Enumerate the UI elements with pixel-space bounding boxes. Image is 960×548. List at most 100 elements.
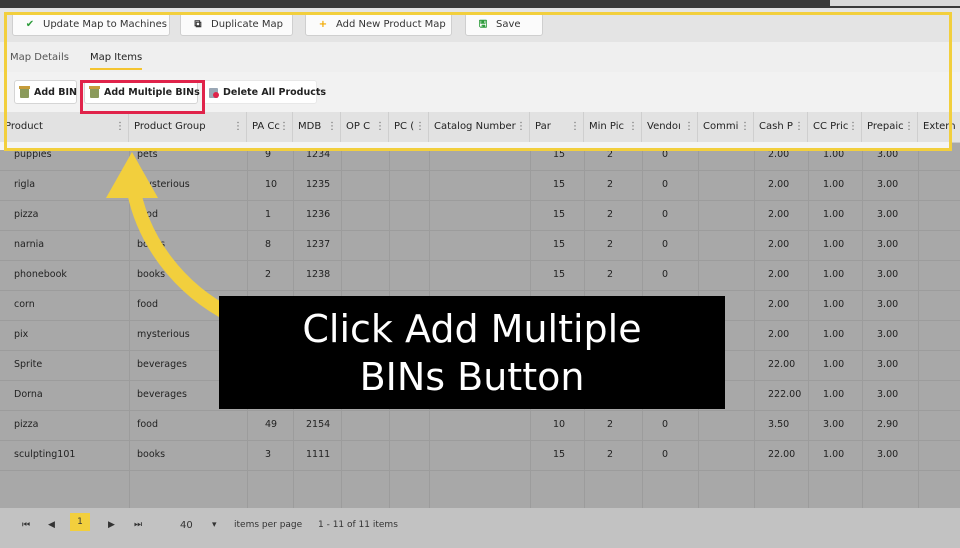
column-menu-icon[interactable]: ⋮ [375,112,385,142]
col-header-external[interactable]: Extern [918,112,960,142]
delete-bin-icon [209,87,219,98]
col-header-pc[interactable]: PC (⋮ [389,112,429,142]
cell-product: sculpting101 [14,449,76,460]
col-header-label: Min Pic [589,121,625,132]
cell-pa: 8 [265,239,272,250]
instruction-callout: Click Add Multiple BINs Button [219,296,725,409]
column-menu-icon[interactable]: ⋮ [684,112,694,142]
col-header-cash-price[interactable]: Cash P ⋮ [754,112,808,142]
column-menu-icon[interactable]: ⋮ [904,112,914,142]
add-bin-button[interactable]: Add BIN [14,80,77,104]
col-header-pa-code[interactable]: PA Cc ⋮ [247,112,293,142]
tab-map-details[interactable]: Map Details [10,52,69,63]
table-row[interactable]: sculpting101 books 3 1111 15 2 0 22.00 1.00 3.00 [0,440,960,471]
delete-all-products-button[interactable]: Delete All Products [203,80,326,104]
table-row[interactable]: rigla mysterious 10 1235 15 2 0 2.00 1.00 3.00 [0,170,960,201]
col-header-product-group[interactable]: Product Group ⋮ [129,112,247,142]
next-page-icon[interactable]: ▶ [108,520,115,530]
save-icon: 🖫 [478,19,488,30]
column-menu-icon[interactable]: ⋮ [628,112,638,142]
column-menu-icon[interactable]: ⋮ [794,112,804,142]
col-header-product[interactable]: Product ⋮ [0,112,129,142]
col-header-label: Product Group [134,121,206,132]
cell-vend: 0 [662,179,669,190]
col-header-label: CC Pric [813,121,849,132]
cell-cash: 2.00 [768,149,790,160]
cell-par: 15 [553,269,566,280]
page-size-select[interactable]: 40 [180,520,193,531]
cell-product: corn [14,299,35,310]
cell-par: 15 [553,239,566,250]
app-area: ✔ Update Map to Machines ⧉ Duplicate Map +… [0,8,960,548]
prev-page-icon[interactable]: ◀ [48,520,55,530]
col-header-min-pick[interactable]: Min Pic ⋮ [584,112,642,142]
cell-cash: 2.00 [768,299,790,310]
column-menu-icon[interactable]: ⋮ [740,112,750,142]
col-header-vendor[interactable]: Vendoı ⋮ [642,112,698,142]
cell-vend: 0 [662,269,669,280]
cell-pa: 10 [265,179,278,190]
chevron-down-icon[interactable]: ▾ [212,520,217,530]
page-number-button[interactable]: 1 [70,513,90,531]
cell-cc: 3.00 [823,419,845,430]
col-header-commission[interactable]: Commi ⋮ [698,112,754,142]
col-header-cc-price[interactable]: CC Pric ⋮ [808,112,862,142]
table-row[interactable]: narnia books 8 1237 15 2 0 2.00 1.00 3.00 [0,230,960,261]
table-row[interactable]: puppies pets 9 1234 15 2 0 2.00 1.00 3.00 [0,140,960,171]
window-top-bar [0,0,960,8]
cell-group: beverages [137,359,187,370]
col-header-op-code[interactable]: OP C ⋮ [341,112,389,142]
column-menu-icon[interactable]: ⋮ [848,112,858,142]
add-multiple-bins-callout-box [80,80,205,114]
column-menu-icon[interactable]: ⋮ [233,112,243,142]
add-new-product-map-label: Add New Product Map [336,19,446,30]
cell-cash: 22.00 [768,359,796,370]
callout-line-1: Click Add Multiple [302,307,642,351]
column-menu-icon[interactable]: ⋮ [516,112,526,142]
cell-product: pizza [14,419,39,430]
column-menu-icon[interactable]: ⋮ [115,112,125,142]
col-header-par[interactable]: Par ⋮ [530,112,584,142]
cell-vend: 0 [662,239,669,250]
cell-pa: 9 [265,149,272,160]
last-page-icon[interactable]: ⏭ [134,520,142,530]
cell-min: 2 [607,209,614,220]
save-button[interactable]: 🖫 Save [465,12,543,36]
col-header-catalog-number[interactable]: Catalog Number ⋮ [429,112,530,142]
pager-bar: ⏮ ◀ 1 ▶ ⏭ 40 ▾ items per page 1 - 11 of … [0,508,960,548]
first-page-icon[interactable]: ⏮ [22,520,30,530]
table-row[interactable]: pizza food 1 1236 15 2 0 2.00 1.00 3.00 [0,200,960,231]
cell-cc: 1.00 [823,269,845,280]
cell-cc: 1.00 [823,149,845,160]
plus-icon: + [318,19,328,30]
cell-cash: 2.00 [768,269,790,280]
top-bar-segment [830,0,960,6]
cell-product: phonebook [14,269,67,280]
cell-group: pets [137,149,158,160]
column-menu-icon[interactable]: ⋮ [570,112,580,142]
column-menu-icon[interactable]: ⋮ [415,112,425,142]
tab-map-items[interactable]: Map Items [90,52,143,70]
update-map-button[interactable]: ✔ Update Map to Machines [12,12,170,36]
cell-cash: 2.00 [768,179,790,190]
cell-min: 2 [607,419,614,430]
cell-product: pizza [14,209,39,220]
cell-group: food [137,209,158,220]
cell-mdb: 1111 [306,449,331,460]
col-header-label: Cash P [759,121,793,132]
cell-product: Sprite [14,359,43,370]
cell-mdb: 1238 [306,269,331,280]
col-header-mdb[interactable]: MDB ⋮ [293,112,341,142]
cell-vend: 0 [662,449,669,460]
table-row[interactable]: phonebook books 2 1238 15 2 0 2.00 1.00 3.00 [0,260,960,291]
cell-pre: 3.00 [877,359,899,370]
add-new-product-map-button[interactable]: + Add New Product Map [305,12,452,36]
delete-all-products-label: Delete All Products [223,87,327,98]
column-menu-icon[interactable]: ⋮ [279,112,289,142]
col-header-prepaid[interactable]: Prepaic ⋮ [862,112,918,142]
column-menu-icon[interactable]: ⋮ [327,112,337,142]
table-row[interactable]: pizza food 49 2154 10 2 0 3.50 3.00 2.90 [0,410,960,441]
cell-cc: 1.00 [823,449,845,460]
tab-bar: Map Details Map Items [0,42,960,72]
duplicate-map-button[interactable]: ⧉ Duplicate Map [180,12,293,36]
